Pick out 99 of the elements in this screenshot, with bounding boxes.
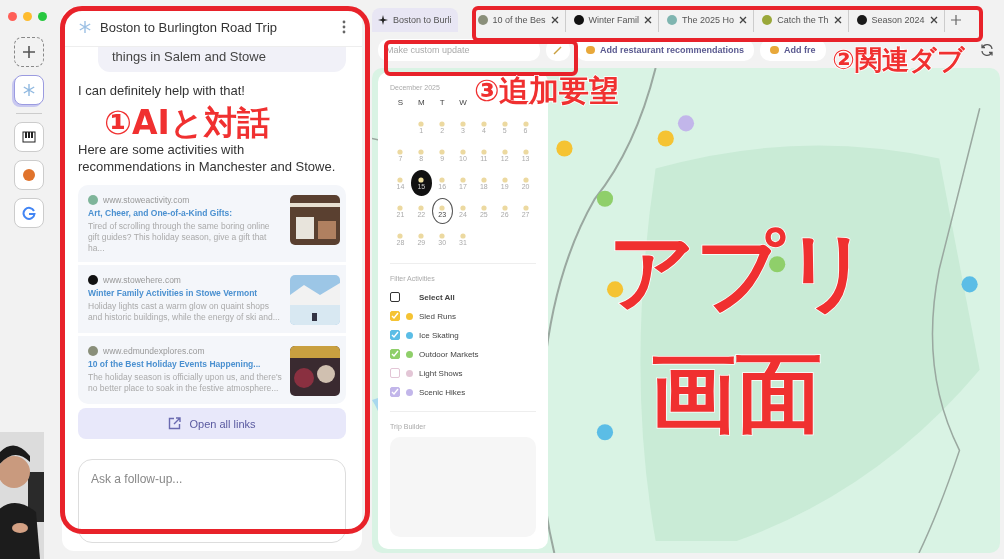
new-trip-button[interactable] [14, 37, 44, 67]
link-domain: www.stowehere.com [103, 275, 181, 285]
checkbox[interactable] [390, 292, 400, 302]
refresh-icon[interactable] [980, 43, 994, 57]
weather-icon [396, 204, 405, 211]
ring-logo-icon [22, 206, 36, 220]
annotation-text: アプリ [608, 228, 872, 314]
open-all-links-button[interactable]: Open all links [78, 408, 346, 439]
close-icon[interactable] [929, 16, 938, 24]
weather-icon [438, 176, 447, 183]
follow-up-field[interactable]: Ask a follow-up... [78, 459, 346, 543]
activity-icon [406, 369, 413, 377]
close-icon[interactable] [644, 16, 653, 24]
weather-icon [521, 204, 530, 211]
weather-icon [396, 176, 405, 183]
weather-icon [438, 232, 447, 239]
weather-icon [438, 148, 447, 155]
weekday-label: W [458, 98, 468, 109]
weather-icon [396, 148, 405, 155]
filter-label: Light Shows [419, 368, 463, 378]
ball-icon [22, 168, 36, 182]
close-icon[interactable] [739, 16, 748, 24]
filter-label: Outdoor Markets [419, 349, 479, 359]
new-tab-icon[interactable] [950, 15, 961, 25]
weekday-label: S [396, 98, 405, 109]
weather-icon [459, 204, 467, 211]
weather-icon [438, 204, 447, 211]
filter-label: Ice Skating [419, 330, 459, 340]
tab[interactable]: Season 2024 [850, 8, 945, 32]
wand-icon [553, 45, 563, 55]
activity-icon [406, 388, 413, 396]
weather-icon [521, 120, 530, 127]
tab[interactable]: 10 of the Bes [471, 8, 566, 32]
tab[interactable]: Catch the Th [756, 8, 849, 32]
weather-icon [396, 232, 405, 239]
annotation-text: 画面 [650, 350, 822, 436]
weather-icon [479, 176, 488, 183]
link-domain: www.stoweactivity.com [103, 195, 190, 205]
food-icon [770, 46, 780, 54]
checkbox[interactable] [390, 330, 400, 340]
weather-icon [438, 120, 447, 127]
weather-icon [521, 148, 530, 155]
weekday-label: M [416, 98, 426, 109]
activity-icon [406, 350, 413, 358]
sidebar-app-button[interactable] [14, 122, 44, 152]
activity-icon [406, 331, 413, 339]
link-domain: www.edmundexplores.com [103, 346, 205, 356]
annotation-text: ③追加要望 [474, 76, 620, 106]
piano-icon [22, 131, 36, 143]
checkbox[interactable] [390, 349, 400, 359]
weather-icon [459, 232, 467, 239]
weather-icon [500, 120, 509, 127]
weather-icon [479, 204, 488, 211]
annotation-text: ①AIと対話 [104, 106, 270, 139]
snowflake-icon [78, 20, 92, 34]
weather-icon [500, 176, 509, 183]
filter-label: Sled Runs [419, 311, 456, 321]
weather-icon [521, 176, 530, 183]
weather-icon [417, 148, 426, 155]
zoom-button[interactable] [38, 12, 47, 21]
more-icon[interactable] [342, 20, 346, 34]
tab[interactable]: The 2025 Ho [661, 8, 755, 32]
reply-text: Here are some activities with recommendations in Manchester and Stowe. [78, 141, 337, 175]
weather-icon [417, 232, 426, 239]
food-icon [586, 46, 595, 54]
weather-icon [459, 148, 467, 155]
close-icon[interactable] [550, 16, 559, 24]
link-snippet: The holiday season is officially upon us, and there's no better place to soak in the festive atmosphere... [88, 372, 282, 394]
weather-icon [459, 120, 467, 127]
reply-text: I can definitely help with that! [78, 82, 246, 99]
link-snippet: Holiday lights cast a warm glow on quaint shops and historic buildings, while the energy of ski and... [88, 301, 281, 323]
close-icon[interactable] [833, 16, 842, 24]
weekday-label: T [438, 98, 446, 109]
plus-icon [22, 45, 36, 59]
link-title[interactable]: Art, Cheer, and One-of-a-Kind Gifts: [88, 208, 282, 218]
tab[interactable]: Boston to Burli [372, 8, 458, 32]
checkbox[interactable] [390, 387, 400, 397]
link-snippet: Tired of scrolling through the same boring online gift guides? This holiday season, give a gift that ha... [88, 221, 271, 254]
sparkle-icon [378, 15, 388, 25]
user-message: things in Salem and Stowe [98, 47, 346, 72]
weather-icon [479, 120, 488, 127]
filter-label: Select All [419, 292, 455, 302]
weather-icon [417, 120, 426, 127]
close-button[interactable] [8, 12, 17, 21]
tab[interactable]: Winter Famil [567, 8, 660, 32]
chat-title: Boston to Burlington Road Trip [100, 19, 279, 35]
weather-icon [479, 148, 488, 155]
weather-icon [500, 204, 509, 211]
filter-label: Scenic Hikes [419, 387, 466, 397]
annotation-text: ②関連ダブ [832, 46, 965, 73]
activity-icon [406, 312, 413, 320]
weather-icon [459, 176, 467, 183]
snowflake-icon [22, 83, 36, 97]
weather-icon [417, 176, 426, 183]
weather-icon [417, 204, 426, 211]
weather-icon [500, 148, 509, 155]
link-title[interactable]: Winter Family Activities in Stowe Vermont [88, 288, 282, 298]
external-link-icon [168, 417, 182, 430]
link-title[interactable]: 10 of the Best Holiday Events Happening... [88, 359, 282, 369]
